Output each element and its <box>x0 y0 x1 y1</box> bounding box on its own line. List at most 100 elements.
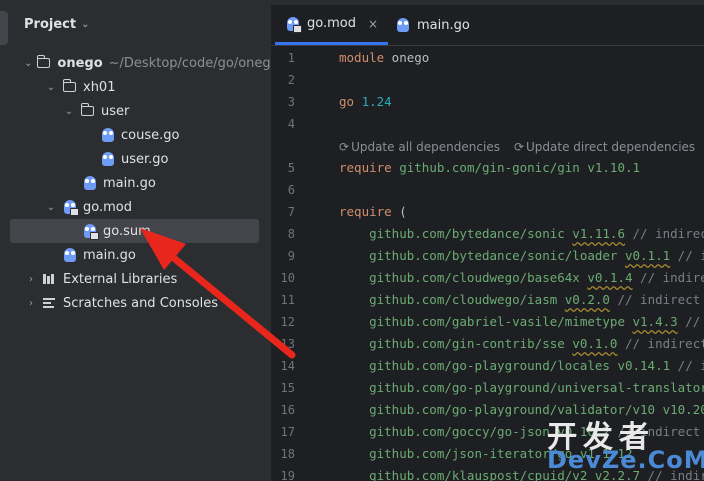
go-file-icon <box>62 247 78 263</box>
update-direct-dependencies-link[interactable]: ⟳ Update direct dependencies <box>514 140 695 154</box>
code-token-mod: github.com/go-playground/universal-trans… <box>369 380 704 395</box>
tool-window-strip <box>0 5 10 481</box>
code-token-cmt: // indirect <box>677 358 704 373</box>
line-number: 15 <box>280 381 295 395</box>
code-token-kw: module <box>339 50 385 65</box>
code-token-mod: github.com/go-playground/locales v0.14.1 <box>339 358 671 373</box>
tree-item-go-sum[interactable]: go.sum <box>10 219 259 243</box>
go-file-icon <box>82 175 98 191</box>
tree-item-label: main.go <box>83 247 136 263</box>
code-token-num: 1.24 <box>354 94 392 109</box>
line-number: 10 <box>280 271 295 285</box>
project-panel-header[interactable]: Project ⌄ <box>24 17 89 32</box>
chevron-down-icon[interactable]: ⌄ <box>24 58 32 69</box>
tree-item-label: couse.go <box>121 127 180 143</box>
code-token-cmt: // indirect <box>685 314 701 329</box>
code-token-cmt: // indirect <box>609 292 701 307</box>
watermark: 开发者 DevZe.CoM <box>545 412 704 480</box>
code-token-ver: v0.2.0 <box>564 292 610 307</box>
tree-item-go-mod[interactable]: ⌄ go.mod <box>10 195 271 219</box>
code-token-ver: v1.11.6 <box>572 226 625 241</box>
code-token-mod: github.com/cloudwego/iasm <box>339 292 565 307</box>
project-panel: Project ⌄ ⌄ onego ~/Desktop/code/go/oneg… <box>10 5 271 481</box>
tree-item-label: user.go <box>121 151 169 167</box>
update-all-dependencies-link[interactable]: ⟳ Update all dependencies <box>339 140 500 154</box>
code-token-rest: onego <box>384 50 430 65</box>
folder-icon <box>36 55 52 71</box>
chevron-down-icon[interactable]: ⌄ <box>62 106 76 117</box>
line-number: 5 <box>287 161 295 175</box>
tree-item-path: ~/Desktop/code/go/onego <box>108 55 271 71</box>
code-token-cmt: // indirect <box>632 226 704 241</box>
tree-item-external-libraries[interactable]: › External Libraries <box>10 267 271 291</box>
tree-item-label: onego <box>57 55 103 71</box>
code-token-rest: ( <box>391 204 407 219</box>
tree-item-user-go[interactable]: user.go <box>10 147 271 171</box>
tree-item-onego[interactable]: ⌄ onego ~/Desktop/code/go/onego <box>10 51 271 75</box>
go-mod-file-icon <box>285 16 302 33</box>
line-number: 19 <box>280 469 295 481</box>
code-token-cmt: // indirect <box>640 270 704 285</box>
code-token-mod: github.com/bytedance/sonic <box>339 226 573 241</box>
code-line: module onego <box>339 50 429 65</box>
code-line: require github.com/gin-gonic/gin v1.10.1 <box>339 160 640 175</box>
code-line: github.com/bytedance/sonic/loader v0.1.1… <box>339 248 704 263</box>
line-number: 11 <box>280 293 295 307</box>
code-line: go 1.24 <box>339 94 392 109</box>
chevron-down-icon[interactable]: ⌄ <box>44 82 58 93</box>
tab-go-mod[interactable]: go.mod × <box>275 5 389 45</box>
tree-item-xh01[interactable]: ⌄ xh01 <box>10 75 271 99</box>
project-panel-title: Project <box>24 17 77 32</box>
tree-item-couse-go[interactable]: couse.go <box>10 123 271 147</box>
project-tool-button[interactable] <box>0 11 8 45</box>
folder-icon <box>62 79 78 95</box>
line-number: 16 <box>280 403 295 417</box>
go-file-icon <box>100 151 116 167</box>
tree-item-label: Scratches and Consoles <box>63 295 219 311</box>
code-token-ver: v1.4.3 <box>632 314 678 329</box>
tree-item-scratches[interactable]: › Scratches and Consoles <box>10 291 271 315</box>
refresh-icon: ⟳ <box>513 140 525 154</box>
tree-item-label: user <box>101 103 130 119</box>
close-icon[interactable]: × <box>368 17 378 31</box>
go-file-icon <box>395 17 411 33</box>
code-token-cmt: // indirect <box>617 336 704 351</box>
line-number: 7 <box>287 205 295 219</box>
editor-area: go.mod × main.go 1 module onego 2 3 go 1.24 4… <box>271 5 704 481</box>
go-sum-file-icon <box>82 223 99 240</box>
line-number: 13 <box>280 337 295 351</box>
code-line: github.com/gin-contrib/sse v0.1.0 // ind… <box>339 336 704 351</box>
refresh-icon: ⟳ <box>339 140 350 154</box>
code-token-mod: github.com/cloudwego/base64x <box>339 270 588 285</box>
tree-item-label: xh01 <box>83 79 116 95</box>
line-number: 1 <box>287 51 295 65</box>
tree-item-label: go.mod <box>83 199 132 215</box>
watermark-line2: DevZe.CoM <box>547 446 704 474</box>
code-token-mod: github.com/bytedance/sonic/loader <box>339 248 625 263</box>
code-token-ver: v0.1.0 <box>572 336 618 351</box>
chevron-right-icon[interactable]: › <box>24 298 38 309</box>
tree-item-main-go-root[interactable]: main.go <box>10 243 271 267</box>
tab-label: go.mod <box>307 16 356 31</box>
go-mod-file-icon <box>62 199 79 216</box>
code-token-mod: github.com/gin-gonic/gin v1.10.1 <box>391 160 641 175</box>
code-line: github.com/gabriel-vasile/mimetype v1.4.… <box>339 314 704 329</box>
chevron-right-icon[interactable]: › <box>24 274 38 285</box>
dependency-actions: ⟳ Update all dependencies ⟳ Update direct … <box>339 140 695 154</box>
code-line: require ( <box>339 204 407 219</box>
code-token-mod: github.com/gabriel-vasile/mimetype <box>339 314 633 329</box>
line-number: 4 <box>287 117 295 131</box>
tree-item-label: go.sum <box>103 223 151 239</box>
code-line: github.com/cloudwego/base64x v0.1.4 // i… <box>339 270 704 285</box>
code-line: github.com/bytedance/sonic v1.11.6 // in… <box>339 226 704 241</box>
line-number: 6 <box>287 183 295 197</box>
tree-item-user[interactable]: ⌄ user <box>10 99 271 123</box>
code-token-kw: require <box>339 204 392 219</box>
line-number: 8 <box>287 227 295 241</box>
tab-label: main.go <box>417 17 470 33</box>
tab-main-go[interactable]: main.go <box>385 5 480 45</box>
line-number: 2 <box>287 73 295 87</box>
chevron-down-icon[interactable]: ⌄ <box>44 202 58 213</box>
chevron-down-icon[interactable]: ⌄ <box>81 19 89 30</box>
tree-item-main-go[interactable]: main.go <box>10 171 271 195</box>
